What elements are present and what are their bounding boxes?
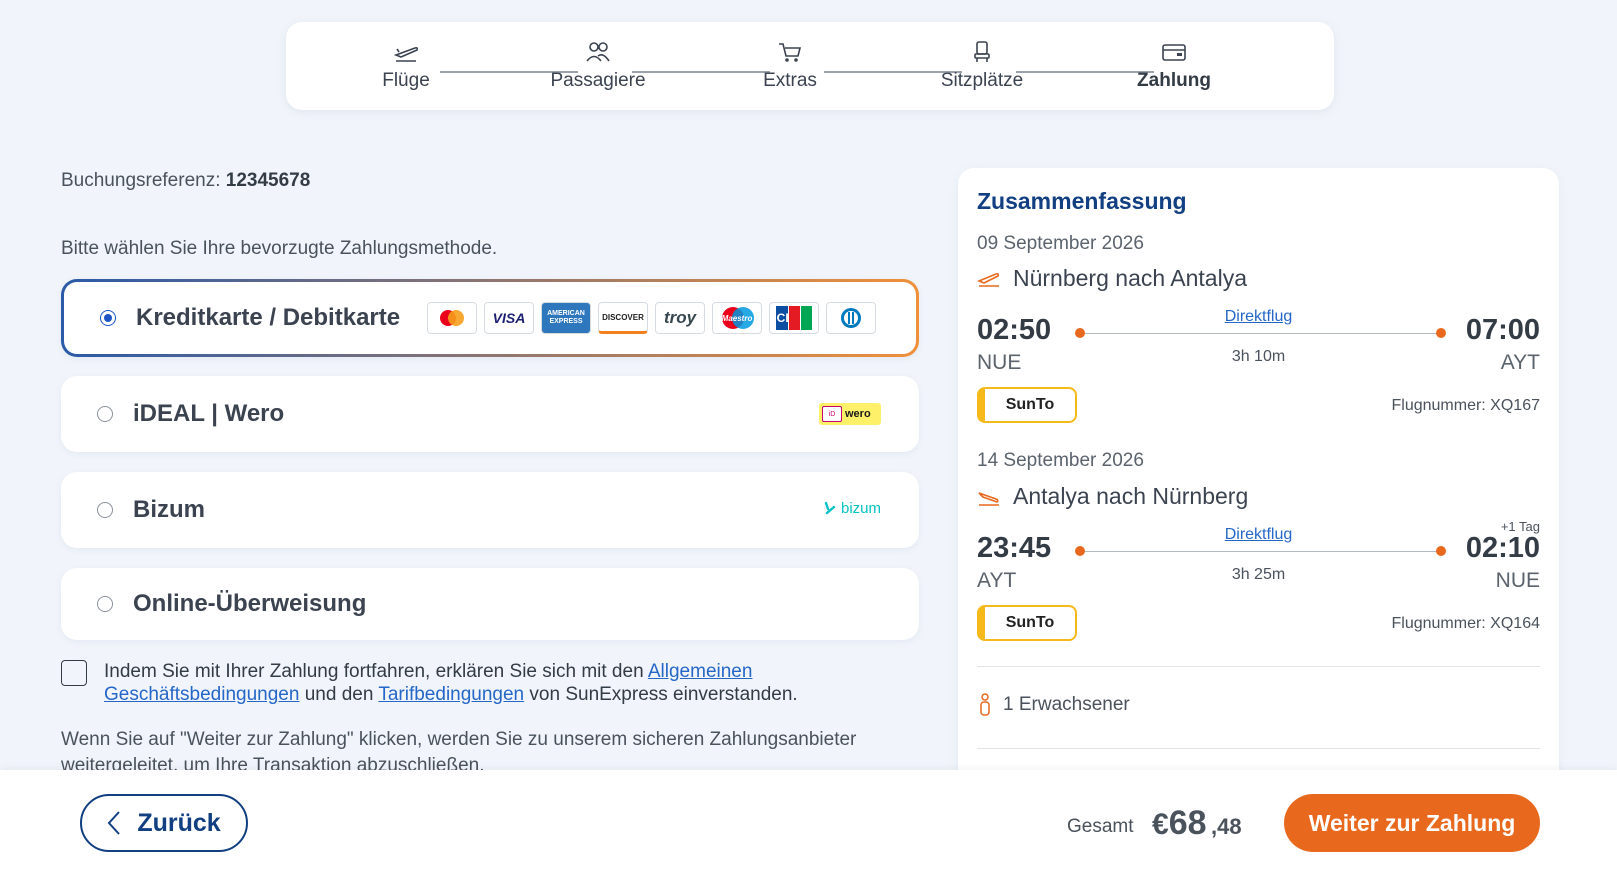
- terms-text: Indem Sie mit Ihrer Zahlung fortfahren, …: [104, 661, 798, 705]
- return-arrival-code: NUE: [1495, 569, 1540, 592]
- outbound-origin-dot: [1075, 328, 1085, 338]
- payment-prompt: Bitte wählen Sie Ihre bevorzugte Zahlung…: [61, 238, 498, 259]
- step-passagiere[interactable]: Passagiere: [518, 38, 678, 92]
- return-fare-badge: SunTo: [977, 605, 1077, 641]
- step-label: Sitzplätze: [940, 70, 1024, 91]
- summary-title: Zusammenfassung: [977, 188, 1187, 214]
- terms-checkbox[interactable]: [61, 660, 87, 686]
- radio-ideal[interactable]: [97, 406, 113, 422]
- total-label: Gesamt: [1067, 816, 1134, 837]
- return-route: Antalya nach Nürnberg: [977, 483, 1248, 510]
- booking-reference: Buchungsreferenz: 12345678: [61, 170, 311, 191]
- step-sitzplaetze[interactable]: Sitzplätze: [902, 38, 1062, 92]
- summary-divider: [977, 666, 1540, 667]
- person-icon: [980, 693, 990, 716]
- return-destination-dot: [1436, 546, 1446, 556]
- payment-method-bizum[interactable]: Bizum bizum: [61, 472, 919, 548]
- step-label: Zahlung: [1137, 70, 1211, 91]
- radio-bizum[interactable]: [97, 502, 113, 518]
- outbound-arrival-time: 07:00: [1465, 314, 1540, 346]
- payment-method-label: Bizum: [133, 496, 205, 523]
- amex-icon: AMERICAN EXPRESS: [541, 302, 591, 334]
- outbound-route: Nürnberg nach Antalya: [977, 265, 1247, 292]
- departure-plane-icon: [977, 272, 1000, 287]
- booking-reference-value: 12345678: [225, 170, 311, 191]
- payment-method-card[interactable]: Kreditkarte / Debitkarte VISA AMERICAN E…: [61, 279, 919, 357]
- outbound-route-line: [1080, 333, 1441, 334]
- outbound-arrival-code: AYT: [1500, 351, 1540, 374]
- step-label: Extras: [763, 70, 817, 91]
- passenger-count: 1 Erwachsener: [977, 693, 1130, 717]
- arrival-plane-icon: [978, 491, 999, 506]
- ideal-wero-icon: iD wero: [819, 403, 881, 425]
- step-label: Passagiere: [550, 70, 646, 91]
- step-zahlung[interactable]: Zahlung: [1094, 38, 1254, 92]
- payment-method-label: Kreditkarte / Debitkarte: [136, 304, 401, 331]
- chevron-left-icon: [107, 811, 121, 835]
- visa-icon: VISA: [484, 302, 534, 334]
- jcb-icon: JCB: [769, 302, 819, 334]
- progress-stepper: Flüge Passagiere Extras Sitzplätze Zahlu…: [286, 22, 1334, 110]
- seat-icon: [902, 38, 1062, 66]
- outbound-flight-number: Flugnummer: XQ167: [1391, 397, 1540, 414]
- return-date: 14 September 2026: [977, 450, 1144, 471]
- passengers-icon: [518, 38, 678, 66]
- outbound-destination-dot: [1436, 328, 1446, 338]
- cart-icon: [710, 38, 870, 66]
- maestro-icon: Maestro: [712, 302, 762, 334]
- outbound-fare-badge: SunTo: [977, 387, 1077, 423]
- step-label: Flüge: [382, 70, 430, 91]
- return-arrival-time: 02:10: [1465, 532, 1540, 564]
- card-logos: VISA AMERICAN EXPRESS DISCOVER troy Maes…: [427, 302, 876, 334]
- payment-method-label: iDEAL | Wero: [133, 400, 285, 427]
- terms-consent: Indem Sie mit Ihrer Zahlung fortfahren, …: [61, 660, 921, 706]
- payment-method-online-transfer[interactable]: Online-Überweisung: [61, 568, 919, 640]
- footer-bar: Zurück Gesamt €68 ,48 Weiter zur Zahlung: [0, 770, 1617, 873]
- tariff-link[interactable]: Tarifbedingungen: [378, 684, 524, 705]
- wallet-icon: [1094, 38, 1254, 66]
- payment-method-label: Online-Überweisung: [133, 590, 367, 617]
- step-fluege[interactable]: Flüge: [326, 38, 486, 92]
- mastercard-icon: [427, 302, 477, 334]
- total-price: €68 ,48: [1152, 804, 1242, 842]
- diners-icon: [826, 302, 876, 334]
- bizum-icon: bizum: [824, 500, 881, 517]
- return-route-line: [1080, 551, 1441, 552]
- summary-divider: [977, 748, 1540, 749]
- radio-card[interactable]: [100, 310, 116, 326]
- discover-icon: DISCOVER: [598, 302, 648, 334]
- outbound-date: 09 September 2026: [977, 233, 1144, 254]
- radio-online-transfer[interactable]: [97, 596, 113, 612]
- plane-icon: [326, 38, 486, 66]
- return-origin-dot: [1075, 546, 1085, 556]
- return-flight-number: Flugnummer: XQ164: [1391, 615, 1540, 632]
- return-duration: 3h 25m: [1231, 566, 1286, 583]
- back-button[interactable]: Zurück: [80, 794, 248, 852]
- troy-icon: troy: [655, 302, 705, 334]
- outbound-duration: 3h 10m: [1231, 348, 1286, 365]
- booking-summary: Zusammenfassung 09 September 2026 Nürnbe…: [958, 168, 1559, 873]
- continue-to-payment-button[interactable]: Weiter zur Zahlung: [1284, 794, 1540, 852]
- payment-method-ideal[interactable]: iDEAL | Wero iD wero: [61, 376, 919, 452]
- step-extras[interactable]: Extras: [710, 38, 870, 92]
